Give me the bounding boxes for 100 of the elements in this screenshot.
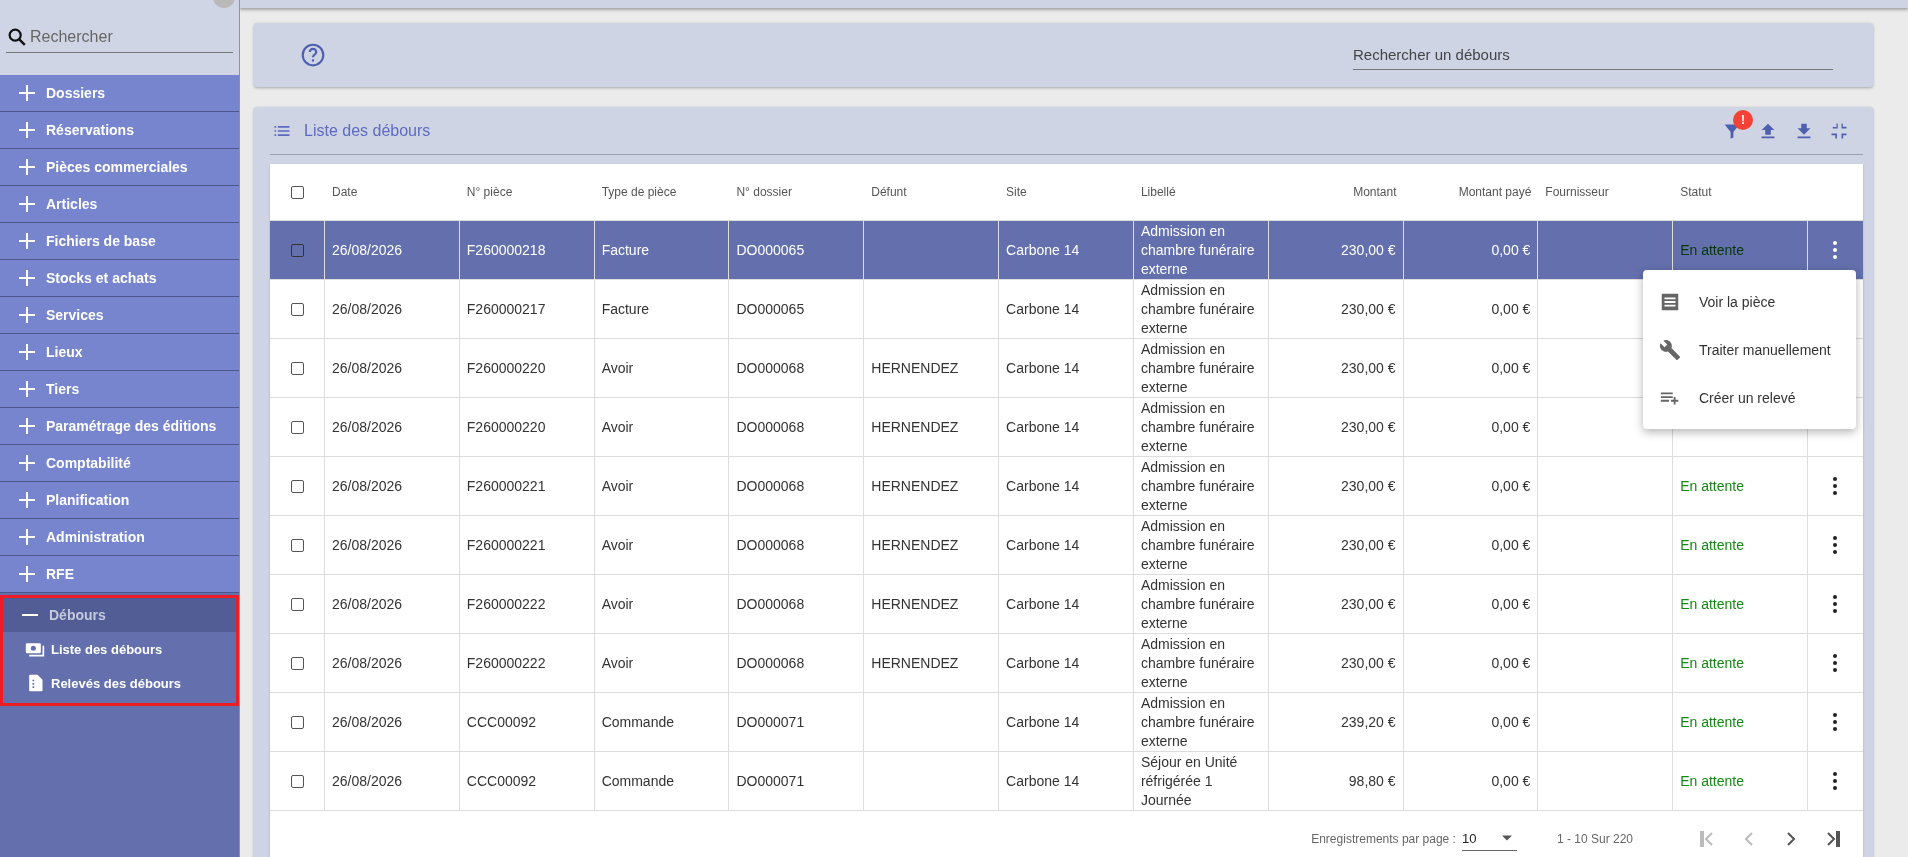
help-icon[interactable] <box>300 42 326 68</box>
table-cell: 0,00 € <box>1491 594 1531 614</box>
table-cell-text: Admission en chambre funéraire externe <box>1140 693 1256 751</box>
more-icon[interactable] <box>1832 771 1839 791</box>
table-cell-text: Séjour en Unité réfrigérée 1 Journée <box>1140 752 1239 810</box>
checkbox[interactable] <box>290 361 304 375</box>
column-header[interactable]: Date <box>325 185 460 199</box>
table-cell: Avoir <box>601 417 634 437</box>
table-row[interactable]: 26/08/2026 F260000222 Avoir DO000068 HERNENDEZ Carbone 14 Admission en chambre funéraire externe 230,00 € 0,00 € En attente <box>270 575 1863 634</box>
table-row[interactable]: 26/08/2026 CCC00092 Commande DO000071 Carbone 14 Séjour en Unité réfrigérée 1 Journée 98,80 € 0,00 € En attente <box>270 752 1863 811</box>
table-cell: HERNENDEZ <box>871 594 959 614</box>
panel-title: Liste des débours <box>304 121 431 140</box>
table-cell: 0,00 € <box>1491 771 1531 791</box>
table-cell: 0,00 € <box>1491 476 1531 496</box>
table-cell-text: Admission en chambre funéraire externe <box>1140 457 1256 515</box>
table-cell: 230,00 € <box>1341 535 1396 555</box>
table-cell: En attente <box>1680 535 1744 555</box>
checkbox[interactable] <box>290 656 304 670</box>
column-header[interactable]: Fournisseur <box>1538 185 1674 199</box>
column-header[interactable]: Montant payé <box>1403 185 1539 199</box>
table-cell: 230,00 € <box>1341 653 1396 673</box>
table-cell: DO000068 <box>736 594 805 614</box>
table-cell: HERNENDEZ <box>871 535 959 555</box>
more-icon[interactable] <box>1832 535 1839 555</box>
column-header[interactable]: Type de pièce <box>594 185 730 199</box>
column-header[interactable]: Montant <box>1268 185 1404 199</box>
checkbox[interactable] <box>290 597 304 611</box>
table-cell: En attente <box>1680 712 1744 732</box>
table-cell-text: Admission en chambre funéraire externe <box>1140 221 1256 279</box>
table-cell: DO000065 <box>736 299 805 319</box>
table-cell: F260000217 <box>466 299 546 319</box>
checkbox[interactable] <box>290 302 304 316</box>
checkbox[interactable] <box>290 479 304 493</box>
table-cell: 26/08/2026 <box>332 535 403 555</box>
table-cell: F260000218 <box>466 240 546 260</box>
column-header[interactable]: Libellé <box>1133 185 1269 199</box>
table-cell: DO000068 <box>736 535 805 555</box>
table-cell: DO000068 <box>736 417 805 437</box>
table-row[interactable]: 26/08/2026 F260000221 Avoir DO000068 HERNENDEZ Carbone 14 Admission en chambre funéraire externe 230,00 € 0,00 € En attente <box>270 457 1863 516</box>
table-cell: En attente <box>1680 771 1744 791</box>
table-cell: HERNENDEZ <box>871 653 959 673</box>
sidebar-item[interactable]: Débours <box>3 598 236 632</box>
table-cell: Carbone 14 <box>1006 771 1080 791</box>
table-cell: CCC00092 <box>466 771 537 791</box>
table-cell: 0,00 € <box>1491 653 1531 673</box>
table-cell: Carbone 14 <box>1006 594 1080 614</box>
submenu-item[interactable]: Liste des débours <box>3 632 236 666</box>
table-cell: 26/08/2026 <box>332 476 403 496</box>
table-row[interactable]: 26/08/2026 F260000222 Avoir DO000068 HERNENDEZ Carbone 14 Admission en chambre funéraire externe 230,00 € 0,00 € En attente <box>270 634 1863 693</box>
table-cell-text: Admission en chambre funéraire externe <box>1140 398 1256 456</box>
table-cell-text: Admission en chambre funéraire externe <box>1140 280 1256 338</box>
table-cell: 230,00 € <box>1341 299 1396 319</box>
table-cell: Carbone 14 <box>1006 476 1080 496</box>
checkbox[interactable] <box>291 185 304 199</box>
more-icon[interactable] <box>1832 476 1839 496</box>
table-cell: DO000068 <box>736 476 805 496</box>
table-row[interactable]: 26/08/2026 F260000221 Avoir DO000068 HERNENDEZ Carbone 14 Admission en chambre funéraire externe 230,00 € 0,00 € En attente <box>270 516 1863 575</box>
menu-item[interactable]: Voir la pièce <box>1643 277 1856 326</box>
page-range: 1 - 10 Sur 220 <box>1556 831 1633 846</box>
table-cell: DO000068 <box>736 653 805 673</box>
table-cell: F260000222 <box>466 594 546 614</box>
notification-badge: ! <box>1733 109 1753 130</box>
table-cell: Facture <box>601 299 650 319</box>
submenu-item[interactable]: Relevés des débours <box>3 666 236 700</box>
table-cell: Facture <box>601 240 650 260</box>
table-cell: 0,00 € <box>1491 358 1531 378</box>
table-cell: 230,00 € <box>1341 417 1396 437</box>
table-cell: 230,00 € <box>1341 240 1396 260</box>
table-cell: 230,00 € <box>1341 476 1396 496</box>
table-cell: 26/08/2026 <box>332 712 403 732</box>
search-field[interactable]: Rechercher un débours <box>1353 40 1833 70</box>
column-header[interactable]: N° dossier <box>729 185 865 199</box>
column-header[interactable]: N° pièce <box>459 185 595 199</box>
checkbox[interactable] <box>290 774 304 788</box>
page-size-select[interactable]: 10 <box>1461 826 1517 851</box>
checkbox[interactable] <box>290 420 304 434</box>
table-cell: F260000221 <box>466 535 546 555</box>
column-header[interactable]: Défunt <box>864 185 1000 199</box>
checkbox[interactable] <box>290 538 304 552</box>
table-cell: 0,00 € <box>1491 299 1531 319</box>
search-icon <box>6 26 28 48</box>
table-cell: F260000220 <box>466 417 546 437</box>
selected-row[interactable]: 26/08/2026 F260000218 Facture DO000065 Carbone 14 Admission en chambre funéraire externe 230,00 € 0,00 € En attente <box>270 221 1863 280</box>
table-cell: 26/08/2026 <box>332 417 403 437</box>
checkbox[interactable] <box>290 715 304 729</box>
more-icon[interactable] <box>1832 653 1839 673</box>
column-header[interactable]: Site <box>999 185 1134 199</box>
page-size-label: Enregistrements par page : <box>1311 831 1456 846</box>
table-cell: F260000220 <box>466 358 546 378</box>
table-cell: 230,00 € <box>1341 594 1396 614</box>
column-header[interactable]: Statut <box>1673 185 1808 199</box>
table-cell: DO000071 <box>736 771 805 791</box>
more-icon[interactable] <box>1832 594 1839 614</box>
checkbox[interactable] <box>290 243 304 257</box>
table-cell: DO000065 <box>736 240 805 260</box>
table-cell: Carbone 14 <box>1006 358 1080 378</box>
table-cell: Avoir <box>601 594 634 614</box>
table-cell: 0,00 € <box>1491 535 1531 555</box>
table-row[interactable]: 26/08/2026 CCC00092 Commande DO000071 Carbone 14 Admission en chambre funéraire externe 239,20 € 0,00 € En attente <box>270 693 1863 752</box>
more-icon[interactable] <box>1832 712 1839 732</box>
